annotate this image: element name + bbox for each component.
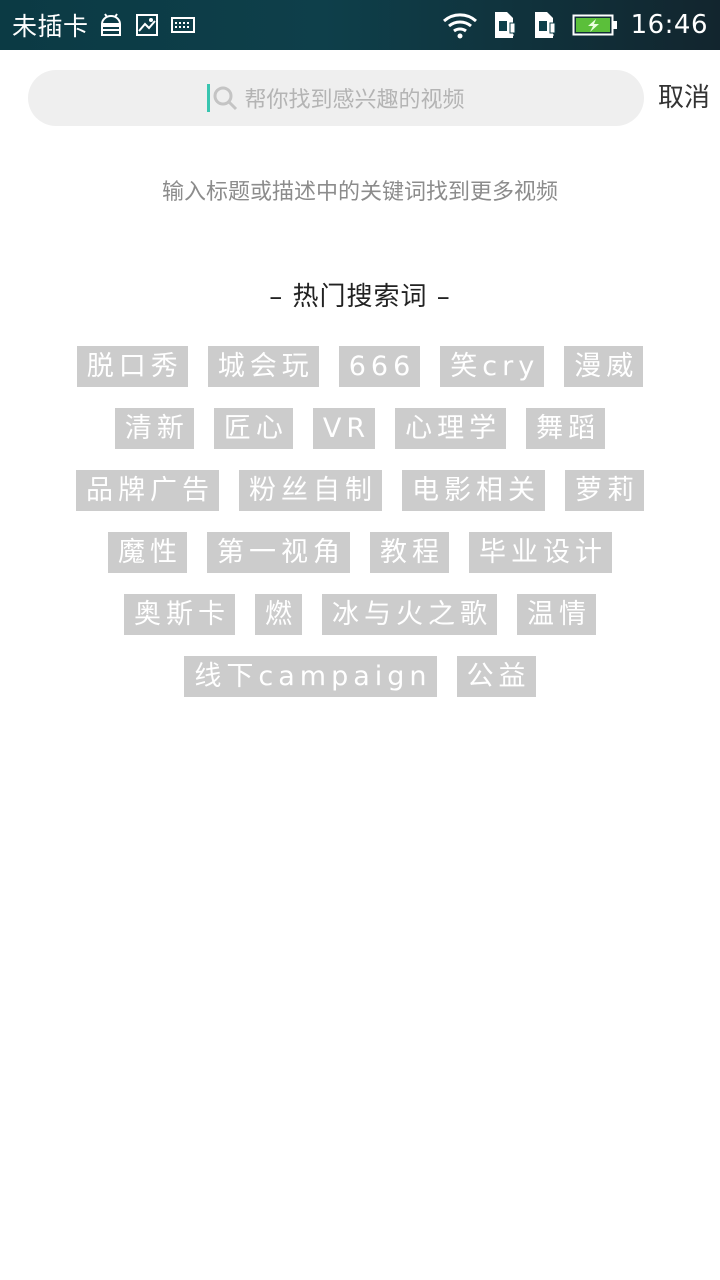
- hot-tag-label: 魔性: [118, 537, 182, 568]
- hot-tag-label: VR: [322, 413, 371, 444]
- hot-tag[interactable]: 燃: [255, 594, 302, 635]
- status-bar: 未插卡 16:46: [0, 0, 720, 50]
- tag-row: 脱口秀 城会玩 666 笑cry 漫威: [40, 346, 680, 387]
- battery-charging-icon: [571, 11, 619, 39]
- hot-tag-label: 第一视角: [217, 537, 345, 568]
- hot-tag-label: 线下campaign: [194, 661, 432, 692]
- clock: 16:46: [630, 10, 708, 40]
- search-placeholder: 帮你找到感兴趣的视频: [244, 88, 465, 113]
- hot-tag[interactable]: 线下campaign: [184, 656, 437, 697]
- hot-tag[interactable]: 匠心: [213, 408, 293, 449]
- hot-tag[interactable]: VR: [312, 408, 376, 449]
- image-icon: [133, 11, 161, 39]
- tag-row: 奥斯卡 燃 冰与火之歌 温情: [40, 594, 680, 635]
- hot-tag[interactable]: 温情: [517, 594, 596, 635]
- hot-tag[interactable]: 第一视角: [207, 532, 350, 573]
- hot-tag-label: 漫威: [574, 351, 639, 382]
- hot-tag-label: 匠心: [223, 413, 288, 444]
- hot-tag-label: 公益: [466, 661, 531, 692]
- hot-tag-label: 品牌广告: [86, 475, 214, 506]
- hot-tag[interactable]: 666: [338, 346, 421, 387]
- hot-tag[interactable]: 毕业设计: [469, 532, 612, 573]
- tag-row: 清新 匠心 VR 心理学 舞蹈: [40, 408, 680, 449]
- status-left: 未插卡: [12, 0, 197, 50]
- hot-tag[interactable]: 舞蹈: [526, 408, 606, 449]
- hot-tag[interactable]: 笑cry: [440, 346, 545, 387]
- hot-search-title: – 热门搜索词 –: [269, 282, 451, 312]
- search-inner: 帮你找到感兴趣的视频: [207, 82, 465, 114]
- android-debug-icon: [97, 11, 125, 39]
- tag-row: 品牌广告 粉丝自制 电影相关 萝莉: [40, 470, 680, 511]
- hot-tag[interactable]: 粉丝自制: [239, 470, 382, 511]
- hot-tag[interactable]: 城会玩: [207, 346, 319, 387]
- status-right: 16:46: [441, 0, 708, 50]
- cancel-button[interactable]: 取消: [658, 70, 710, 126]
- hot-tag[interactable]: 心理学: [395, 408, 507, 449]
- hot-tag[interactable]: 品牌广告: [76, 470, 219, 511]
- hot-tag[interactable]: 公益: [456, 656, 536, 697]
- hot-tag-label: 萝莉: [575, 475, 639, 506]
- hot-tag-label: 666: [348, 351, 416, 382]
- hot-tag[interactable]: 魔性: [108, 532, 187, 573]
- hot-tag-label: 脱口秀: [86, 351, 183, 382]
- hot-tag[interactable]: 教程: [370, 532, 449, 573]
- hot-tag[interactable]: 脱口秀: [76, 346, 188, 387]
- hot-tag-label: 教程: [380, 537, 444, 568]
- search-input[interactable]: 帮你找到感兴趣的视频: [28, 70, 644, 126]
- hot-tag-label: 笑cry: [450, 351, 540, 382]
- hot-tag[interactable]: 电影相关: [402, 470, 545, 511]
- hot-tag-label: 城会玩: [217, 351, 314, 382]
- hot-tag[interactable]: 漫威: [564, 346, 644, 387]
- hot-tag[interactable]: 奥斯卡: [124, 594, 235, 635]
- hot-tag[interactable]: 冰与火之歌: [322, 594, 497, 635]
- hot-tag-label: 毕业设计: [479, 537, 607, 568]
- hot-tag-label: 冰与火之歌: [332, 599, 492, 630]
- keyboard-icon: [169, 11, 197, 39]
- hot-tag-label: 粉丝自制: [249, 475, 377, 506]
- sim-alert-icon: [491, 11, 519, 39]
- wifi-icon: [441, 11, 479, 39]
- text-cursor: [207, 84, 211, 112]
- search-hint: 输入标题或描述中的关键词找到更多视频: [161, 180, 558, 205]
- hot-tag-label: 奥斯卡: [134, 599, 230, 630]
- hot-tag-label: 电影相关: [412, 475, 540, 506]
- hot-tag[interactable]: 清新: [114, 408, 194, 449]
- hot-tag-label: 清新: [124, 413, 189, 444]
- hot-tags: 脱口秀 城会玩 666 笑cry 漫威清新 匠心 VR 心理学 舞蹈品牌广告 粉丝自制 电影相关 萝莉…: [40, 346, 680, 718]
- search-row: 帮你找到感兴趣的视频 取消: [28, 70, 710, 126]
- search-icon: [212, 85, 238, 111]
- carrier-label: 未插卡: [12, 12, 89, 41]
- hot-tag-label: 燃: [265, 599, 297, 630]
- hot-tag-label: 舞蹈: [536, 413, 601, 444]
- hot-tag-label: 心理学: [405, 413, 502, 444]
- sim-alert-icon: [531, 11, 559, 39]
- hot-tag-label: 温情: [527, 599, 591, 630]
- tag-row: 线下campaign 公益: [40, 656, 680, 697]
- hot-tag[interactable]: 萝莉: [565, 470, 644, 511]
- tag-row: 魔性 第一视角 教程 毕业设计: [40, 532, 680, 573]
